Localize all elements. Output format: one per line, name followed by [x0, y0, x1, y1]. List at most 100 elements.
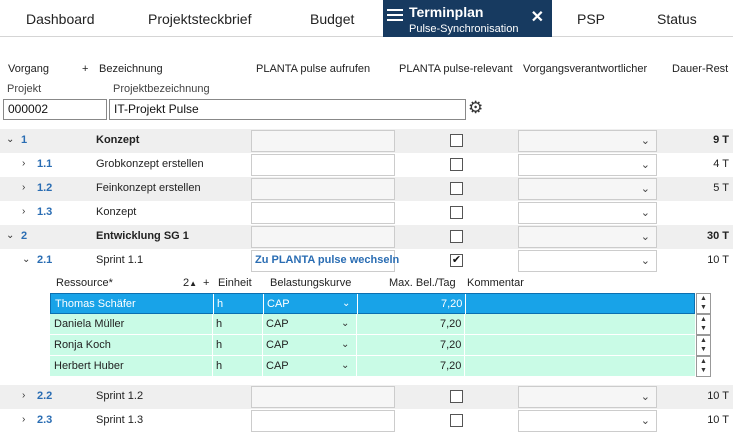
resource-row[interactable]: Herbert Huber h CAP 7,20 ⌄ [50, 356, 695, 377]
chevron-down-icon[interactable]: ⌄ [341, 318, 349, 329]
resource-max-bel[interactable]: 7,20 [440, 339, 461, 351]
resource-belastungskurve[interactable]: CAP [266, 360, 289, 372]
menu-icon[interactable] [387, 9, 403, 24]
col-pulse-relevant[interactable]: PLANTA pulse-relevant [399, 63, 513, 75]
chevron-down-icon[interactable]: ⌄ [341, 339, 349, 350]
pulse-link[interactable]: Zu PLANTA pulse wechseln [255, 254, 399, 266]
task-row[interactable]: › 1.2 Feinkonzept erstellen ⌄ 5 T [0, 177, 733, 201]
spin-up-icon[interactable]: ▲ [697, 357, 710, 366]
tab-dashboard[interactable]: Dashboard [26, 0, 95, 37]
pulse-relevant-checkbox[interactable] [450, 158, 463, 171]
col-verantwortlicher[interactable]: Vorgangsverantwortlicher [523, 63, 647, 75]
spin-down-icon[interactable]: ▼ [697, 366, 710, 375]
verantwortlicher-select[interactable]: ⌄ [518, 130, 657, 152]
projektbezeichnung-field[interactable]: IT-Projekt Pulse [109, 99, 466, 120]
res-col-belastungskurve[interactable]: Belastungskurve [270, 277, 351, 289]
chevron-down-icon[interactable]: ⌄ [341, 360, 349, 371]
add-icon[interactable]: + [82, 63, 88, 75]
tab-psp[interactable]: PSP [577, 0, 605, 37]
pulse-aufrufen-cell[interactable] [251, 386, 395, 408]
projekt-field[interactable]: 000002 [3, 99, 107, 120]
spin-down-icon[interactable]: ▼ [697, 303, 710, 312]
task-row[interactable]: ⌄ 1 Konzept ⌄ 9 T [0, 129, 733, 153]
spin-up-icon[interactable]: ▲ [697, 315, 710, 324]
close-icon[interactable]: ✕ [531, 7, 544, 27]
col-vorgang[interactable]: Vorgang [8, 63, 49, 75]
pulse-aufrufen-cell[interactable] [251, 202, 395, 224]
res-sort-indicator[interactable]: 2▲ [183, 277, 197, 289]
pulse-relevant-checkbox[interactable] [450, 134, 463, 147]
res-col-max-bel[interactable]: Max. Bel./Tag [389, 277, 456, 289]
row-spinner[interactable]: ▲ ▼ [696, 335, 711, 356]
chevron-right-icon[interactable]: › [22, 182, 25, 193]
pulse-relevant-checkbox[interactable] [450, 182, 463, 195]
task-row[interactable]: › 2.2 Sprint 1.2 ⌄ 10 T [0, 385, 733, 409]
resource-einheit[interactable]: h [217, 298, 223, 310]
col-pulse-aufrufen[interactable]: PLANTA pulse aufrufen [256, 63, 370, 75]
chevron-right-icon[interactable]: › [22, 206, 25, 217]
resource-belastungskurve[interactable]: CAP [266, 339, 289, 351]
gear-icon[interactable]: ⚙ [468, 98, 483, 118]
chevron-down-icon[interactable]: ⌄ [22, 254, 30, 265]
pulse-aufrufen-cell[interactable] [251, 154, 395, 176]
res-col-ressource[interactable]: Ressource* [56, 277, 113, 289]
tab-status[interactable]: Status [657, 0, 697, 37]
verantwortlicher-select[interactable]: ⌄ [518, 178, 657, 200]
chevron-down-icon[interactable]: ⌄ [6, 134, 14, 145]
pulse-relevant-checkbox[interactable] [450, 206, 463, 219]
spin-up-icon[interactable]: ▲ [697, 336, 710, 345]
col-bezeichnung[interactable]: Bezeichnung [99, 63, 163, 75]
chevron-right-icon[interactable]: › [22, 390, 25, 401]
resource-einheit[interactable]: h [216, 360, 222, 372]
resource-belastungskurve[interactable]: CAP [266, 318, 289, 330]
tab-budget[interactable]: Budget [310, 0, 354, 37]
chevron-right-icon[interactable]: › [22, 158, 25, 169]
res-add-icon[interactable]: + [203, 277, 209, 289]
pulse-relevant-checkbox[interactable] [450, 230, 463, 243]
resource-einheit[interactable]: h [216, 318, 222, 330]
row-spinner[interactable]: ▲ ▼ [696, 293, 711, 314]
resource-row[interactable]: Daniela Müller h CAP 7,20 ⌄ [50, 314, 695, 335]
verantwortlicher-select[interactable]: ⌄ [518, 250, 657, 272]
task-row[interactable]: › 2.3 Sprint 1.3 ⌄ 10 T [0, 409, 733, 433]
resource-belastungskurve[interactable]: CAP [267, 298, 290, 310]
tab-projektsteckbrief[interactable]: Projektsteckbrief [148, 0, 251, 37]
task-row[interactable]: ⌄ 2.1 Sprint 1.1 Zu PLANTA pulse wechseln ✔ ⌄… [0, 249, 733, 273]
spin-up-icon[interactable]: ▲ [697, 294, 710, 303]
resource-max-bel[interactable]: 7,20 [441, 298, 462, 310]
pulse-relevant-checkbox[interactable] [450, 414, 463, 427]
spin-down-icon[interactable]: ▼ [697, 345, 710, 354]
chevron-right-icon[interactable]: › [22, 414, 25, 425]
resource-name[interactable]: Ronja Koch [54, 339, 111, 351]
resource-name[interactable]: Daniela Müller [54, 318, 124, 330]
pulse-relevant-checkbox[interactable]: ✔ [450, 254, 463, 267]
resource-name[interactable]: Herbert Huber [54, 360, 124, 372]
pulse-relevant-checkbox[interactable] [450, 390, 463, 403]
task-row[interactable]: › 1.1 Grobkonzept erstellen ⌄ 4 T [0, 153, 733, 177]
tab-terminplan[interactable]: Terminplan Pulse-Synchronisation ✕ [383, 0, 552, 37]
pulse-aufrufen-cell[interactable] [251, 410, 395, 432]
resource-max-bel[interactable]: 7,20 [440, 360, 461, 372]
chevron-down-icon[interactable]: ⌄ [6, 230, 14, 241]
resource-einheit[interactable]: h [216, 339, 222, 351]
spin-down-icon[interactable]: ▼ [697, 324, 710, 333]
pulse-aufrufen-cell[interactable] [251, 130, 395, 152]
resource-name[interactable]: Thomas Schäfer [55, 298, 136, 310]
task-row[interactable]: ⌄ 2 Entwicklung SG 1 ⌄ 30 T [0, 225, 733, 249]
res-col-einheit[interactable]: Einheit [218, 277, 252, 289]
chevron-down-icon[interactable]: ⌄ [342, 298, 350, 309]
verantwortlicher-select[interactable]: ⌄ [518, 226, 657, 248]
row-spinner[interactable]: ▲ ▼ [696, 356, 711, 377]
pulse-aufrufen-cell[interactable] [251, 178, 395, 200]
verantwortlicher-select[interactable]: ⌄ [518, 410, 657, 432]
resource-max-bel[interactable]: 7,20 [440, 318, 461, 330]
col-dauer-rest[interactable]: Dauer-Rest [672, 63, 728, 75]
row-spinner[interactable]: ▲ ▼ [696, 314, 711, 335]
verantwortlicher-select[interactable]: ⌄ [518, 202, 657, 224]
res-col-kommentar[interactable]: Kommentar [467, 277, 524, 289]
task-row[interactable]: › 1.3 Konzept ⌄ [0, 201, 733, 225]
verantwortlicher-select[interactable]: ⌄ [518, 154, 657, 176]
resource-row[interactable]: Ronja Koch h CAP 7,20 ⌄ [50, 335, 695, 356]
resource-row[interactable]: Thomas Schäfer h CAP 7,20 ⌄ [50, 293, 695, 315]
pulse-aufrufen-cell[interactable] [251, 226, 395, 248]
